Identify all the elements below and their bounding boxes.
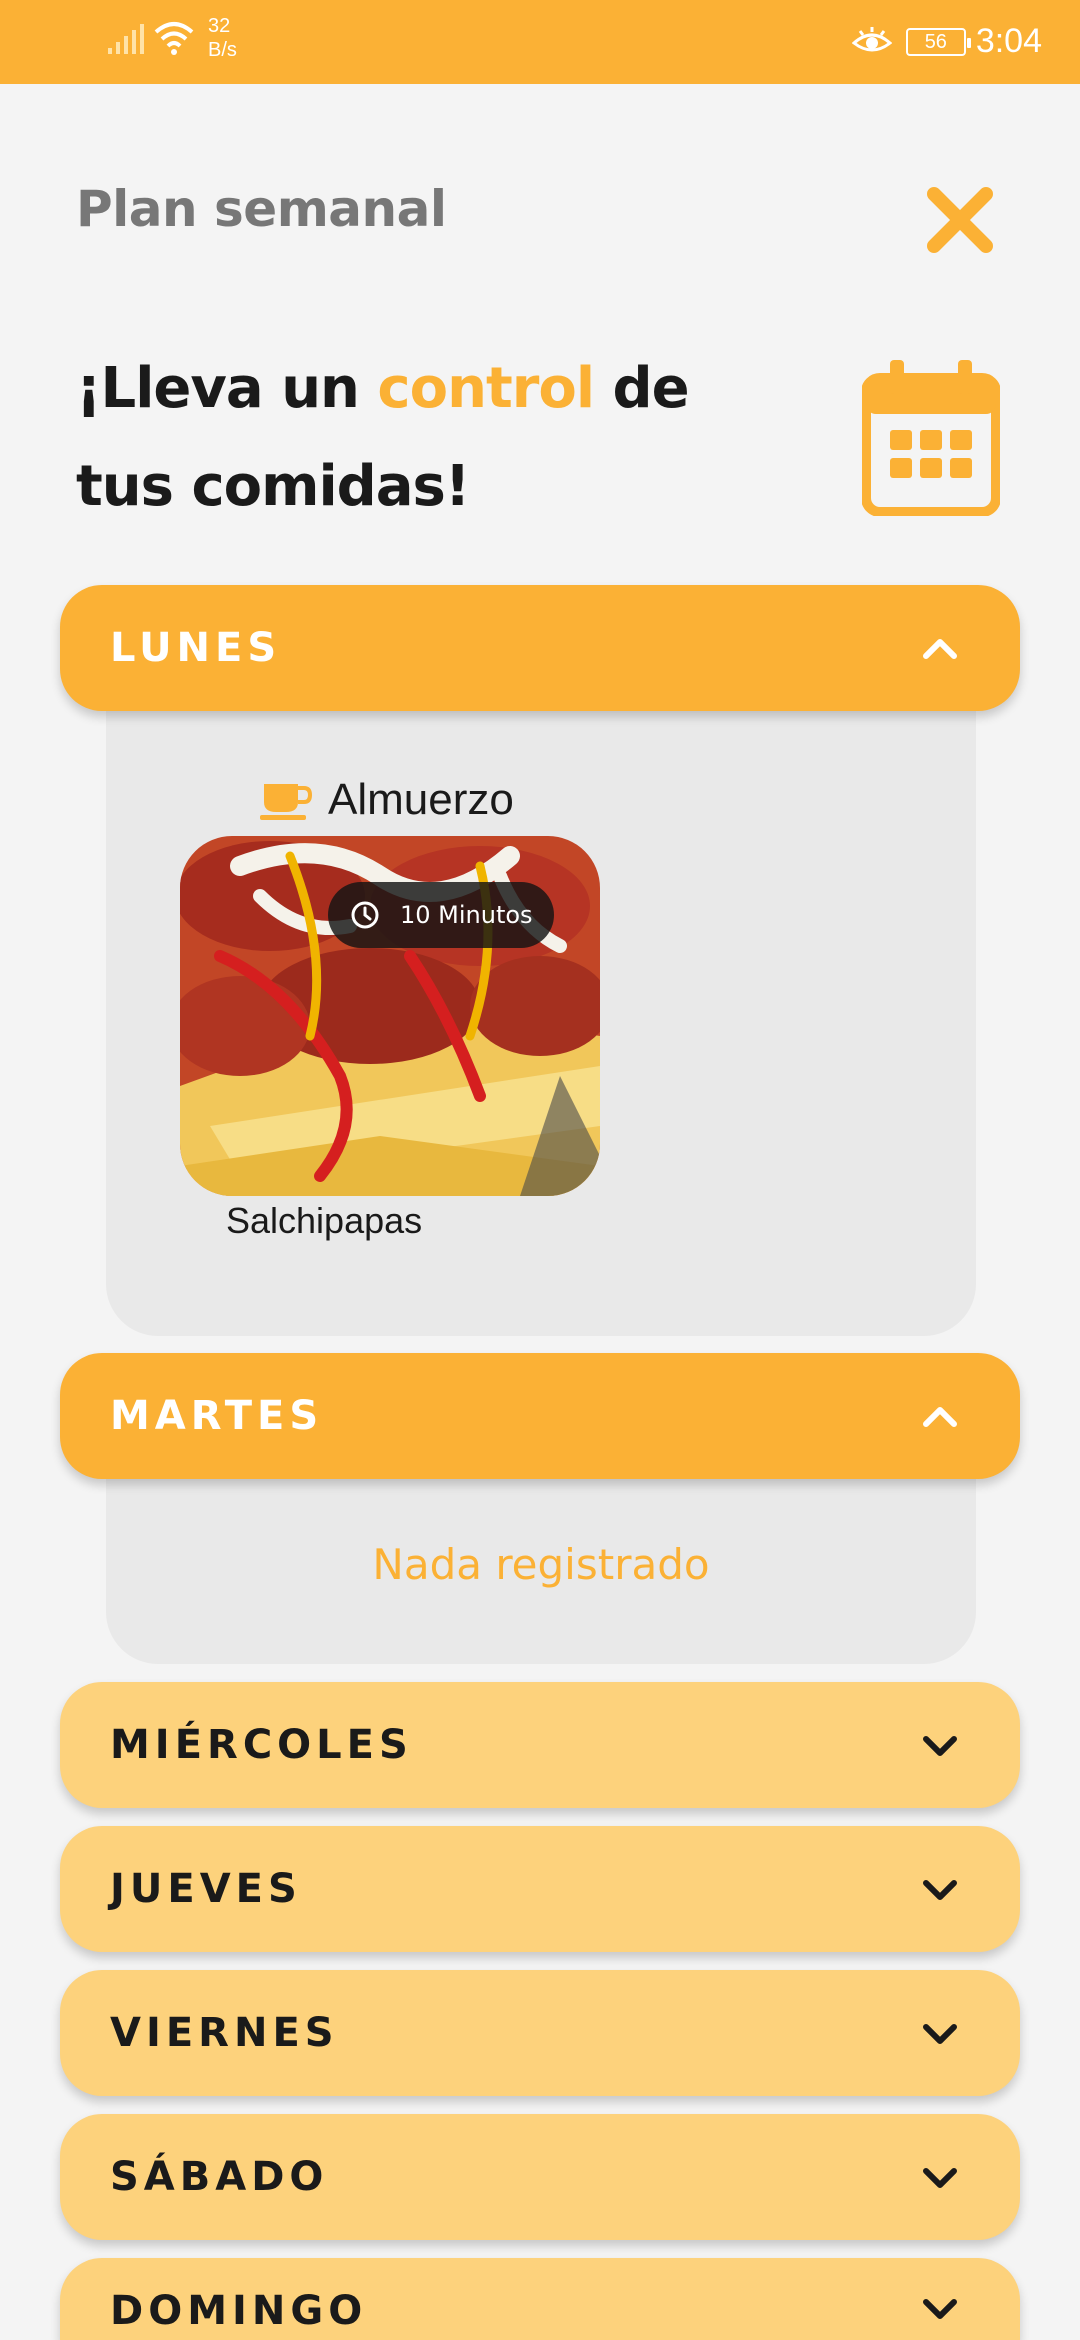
status-bar: 32 B/s 56 3:04: [0, 0, 1080, 84]
day-header-miercoles[interactable]: MIÉRCOLES: [60, 1682, 1020, 1808]
headline: ¡Lleva un control de tus comidas!: [76, 340, 696, 536]
chevron-down-icon: [923, 2024, 957, 2044]
day-header-viernes[interactable]: VIERNES: [60, 1970, 1020, 2096]
clock-time: 3:04: [975, 22, 1042, 60]
day-label: DOMINGO: [110, 2288, 368, 2334]
day-header-lunes[interactable]: LUNES: [60, 585, 1020, 711]
headline-accent: control: [377, 356, 595, 421]
chevron-up-icon: [923, 639, 957, 659]
time-chip: 10 Minutos: [328, 882, 554, 948]
day-label: VIERNES: [110, 2010, 339, 2056]
chevron-down-icon: [923, 1736, 957, 1756]
day-label: MARTES: [110, 1393, 324, 1439]
coffee-cup-icon: [260, 784, 312, 820]
eye-icon: [851, 26, 892, 51]
page-title: Plan semanal: [76, 180, 447, 238]
battery-level: 56: [924, 30, 947, 53]
food-card[interactable]: 10 Minutos: [180, 836, 600, 1196]
clock-icon: [351, 901, 379, 929]
prep-time: 10 Minutos: [400, 901, 533, 929]
day-header-martes[interactable]: MARTES: [60, 1353, 1020, 1479]
meal-type-label: Almuerzo: [328, 775, 514, 824]
network-speed-unit: B/s: [208, 39, 237, 61]
status-right: 56 3:04: [851, 22, 1042, 61]
day-header-sabado[interactable]: SÁBADO: [60, 2114, 1020, 2240]
chevron-down-icon: [923, 2299, 957, 2319]
close-button[interactable]: [920, 180, 1000, 260]
food-name: Salchipapas: [226, 1200, 423, 1241]
chevron-down-icon: [923, 1880, 957, 1900]
day-header-jueves[interactable]: JUEVES: [60, 1826, 1020, 1952]
close-icon: [927, 187, 993, 253]
day-label: JUEVES: [110, 1866, 302, 1912]
headline-part1: ¡Lleva un: [76, 356, 378, 421]
signal-icon: [108, 24, 144, 54]
status-left: [106, 18, 196, 58]
battery-icon: 56: [905, 27, 971, 56]
network-speed-value: 32: [208, 15, 231, 37]
meal-type: Almuerzo: [260, 775, 514, 825]
day-label: SÁBADO: [110, 2154, 329, 2200]
chevron-up-icon: [923, 1407, 957, 1427]
chevron-down-icon: [923, 2168, 957, 2188]
network-speed: 32 B/s: [208, 14, 237, 62]
day-label: MIÉRCOLES: [110, 1722, 413, 1768]
day-label: LUNES: [110, 625, 282, 671]
wifi-icon: [154, 22, 194, 55]
calendar-icon: [862, 360, 1000, 516]
day-header-domingo[interactable]: DOMINGO: [60, 2258, 1020, 2340]
empty-state-text: Nada registrado: [372, 1540, 710, 1589]
